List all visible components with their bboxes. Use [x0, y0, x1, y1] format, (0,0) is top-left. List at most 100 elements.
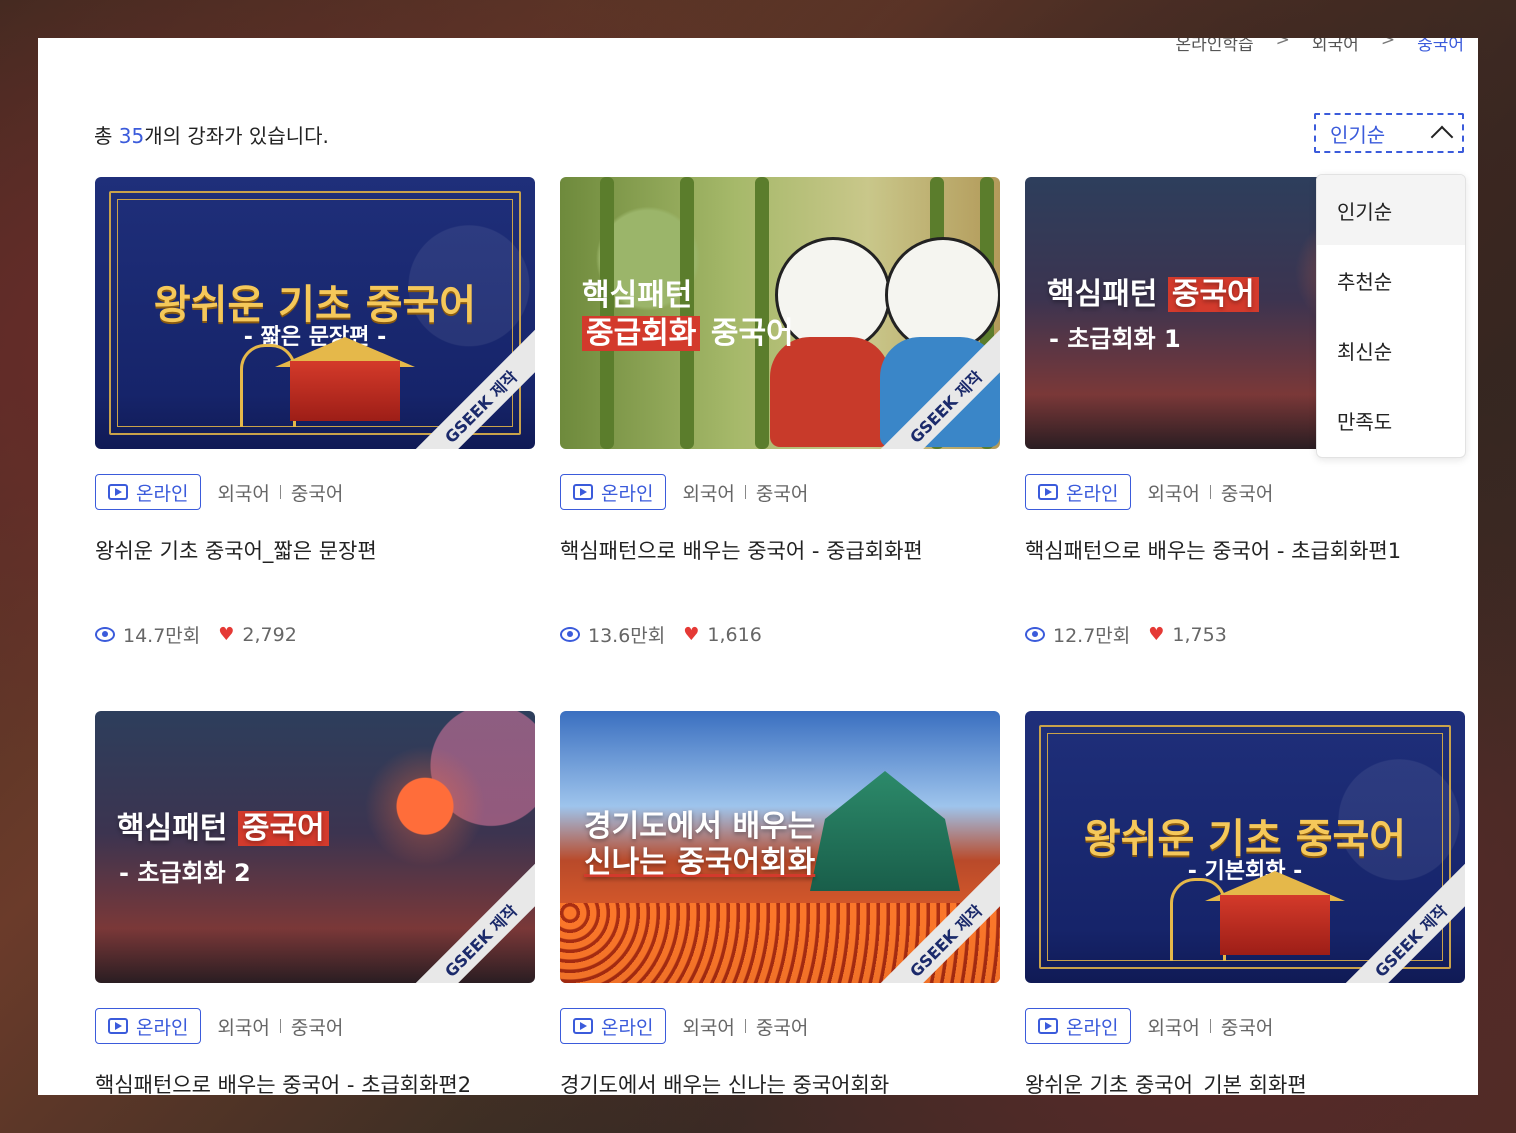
thumb-subtitle: - 초급회화 2 [119, 859, 251, 887]
online-badge: 온라인 [1025, 474, 1132, 510]
play-icon [573, 484, 593, 500]
play-icon [573, 1018, 593, 1034]
category-main: 외국어 [682, 1016, 735, 1039]
course-thumbnail[interactable]: 핵심패턴 중급회화 중국어 GSEEK 제작 [560, 177, 1000, 449]
category-sub: 중국어 [1220, 1016, 1274, 1039]
breadcrumb-item-foreign[interactable]: 외국어 [1312, 38, 1359, 55]
category: 외국어 중국어 [682, 1013, 808, 1040]
view-count: 13.6만회 [588, 625, 666, 647]
online-badge: 온라인 [95, 474, 202, 510]
sort-option-popular[interactable]: 인기순 [1317, 175, 1465, 245]
course-title[interactable]: 왕쉬운 기초 중국어_기본 회화편 [1025, 1069, 1307, 1095]
thumb-title: 경기도에서 배우는 신나는 중국어회화 [584, 809, 815, 881]
category-main: 외국어 [1147, 482, 1200, 505]
category-main: 외국어 [217, 1016, 270, 1039]
play-icon [108, 484, 128, 500]
breadcrumb-sep: > [1380, 38, 1396, 50]
play-icon [1038, 1018, 1058, 1034]
online-badge: 온라인 [1025, 1008, 1132, 1044]
course-title[interactable]: 핵심패턴으로 배우는 중국어 - 초급회화편2 [95, 1069, 471, 1095]
sort-option-satisfaction[interactable]: 만족도 [1317, 385, 1465, 455]
thumb-title: 핵심패턴 중국어 [117, 811, 329, 847]
course-thumbnail[interactable]: 경기도에서 배우는 신나는 중국어회화 GSEEK 제작 [560, 711, 1000, 983]
category-sub: 중국어 [755, 482, 809, 505]
chevron-up-icon [1430, 125, 1454, 149]
category-sub: 중국어 [755, 1016, 809, 1039]
badge-label: 온라인 [136, 1016, 189, 1039]
thumb-subtitle: - 짧은 문장편 - [243, 325, 387, 350]
sort-option-recommended[interactable]: 추천순 [1317, 245, 1465, 315]
category-main: 외국어 [217, 482, 270, 505]
sort-dropdown-menu: 인기순 추천순 최신순 만족도 [1316, 174, 1466, 458]
like-count: 1,753 [1172, 623, 1227, 646]
course-thumbnail[interactable]: 왕쉬운 기초 중국어 - 기본회화 - GSEEK 제작 [1025, 711, 1465, 983]
thumb-title-highlight: 중국어 [1167, 277, 1259, 312]
course-thumbnail[interactable]: 왕쉬운 기초 중국어 - 짧은 문장편 - GSEEK 제작 [95, 177, 535, 449]
sort-select[interactable]: 인기순 [1314, 113, 1464, 153]
heart-icon: ♥ [218, 624, 235, 645]
thumb-title-line2: 중국어 [700, 315, 794, 351]
heart-icon: ♥ [1148, 624, 1165, 645]
course-stats: 13.6만회 ♥ 1,616 [560, 621, 762, 648]
thumb-title-line1: 경기도에서 배우는 [584, 809, 816, 844]
thumb-title: 핵심패턴 중국어 [1047, 277, 1259, 313]
thumb-subtitle: - 초급회화 1 [1049, 325, 1181, 353]
course-card[interactable]: 경기도에서 배우는 신나는 중국어회화 GSEEK 제작 온라인 외국어 중국어 … [560, 711, 1000, 1095]
eye-icon [1025, 627, 1045, 642]
breadcrumb-item-chinese[interactable]: 중국어 [1417, 38, 1464, 55]
course-card[interactable]: 핵심패턴 중급회화 중국어 GSEEK 제작 온라인 외국어 중국어 핵심패턴으로… [560, 177, 1000, 647]
thumb-title-a: 핵심패턴 [117, 811, 238, 846]
view-count: 14.7만회 [123, 625, 201, 647]
breadcrumb-item-online[interactable]: 온라인학습 [1175, 38, 1253, 55]
sort-option-newest[interactable]: 최신순 [1317, 315, 1465, 385]
category: 외국어 중국어 [1147, 479, 1273, 506]
category: 외국어 중국어 [1147, 1013, 1273, 1040]
badge-label: 온라인 [601, 1016, 654, 1039]
online-badge: 온라인 [95, 1008, 202, 1044]
thumb-subtitle: - 기본회화 - [1187, 859, 1303, 884]
total-count: 35 [118, 124, 145, 148]
online-badge: 온라인 [560, 474, 667, 510]
thumb-title-line2: 신나는 중국어회화 [584, 845, 816, 880]
heart-icon: ♥ [683, 624, 700, 645]
thumb-title: 핵심패턴 중급회화 중국어 [582, 277, 794, 352]
course-card[interactable]: 왕쉬운 기초 중국어 - 짧은 문장편 - GSEEK 제작 온라인 외국어 중국… [95, 177, 535, 647]
category-main: 외국어 [682, 482, 735, 505]
breadcrumb-sep: > [1275, 38, 1290, 50]
category-sub: 중국어 [1220, 482, 1274, 505]
course-thumbnail[interactable]: 핵심패턴 중국어 - 초급회화 2 GSEEK 제작 [95, 711, 535, 983]
category: 외국어 중국어 [682, 479, 808, 506]
thumb-title-a: 핵심패턴 [1047, 277, 1168, 312]
play-icon [1038, 484, 1058, 500]
thumb-title-highlight: 중급회화 [582, 315, 701, 351]
eye-icon [95, 627, 115, 642]
breadcrumb: 온라인학습 > 외국어 > 중국어 [1175, 38, 1464, 55]
course-stats: 12.7만회 ♥ 1,753 [1025, 621, 1227, 648]
course-card[interactable]: 왕쉬운 기초 중국어 - 기본회화 - GSEEK 제작 온라인 외국어 중국어 … [1025, 711, 1465, 1095]
course-title[interactable]: 왕쉬운 기초 중국어_짧은 문장편 [95, 535, 377, 565]
category-sub: 중국어 [290, 482, 344, 505]
content-frame: 온라인학습 > 외국어 > 중국어 총 35개의 강좌가 있습니다. 인기순 인… [38, 38, 1478, 1095]
view-count: 12.7만회 [1053, 625, 1131, 647]
category-main: 외국어 [1147, 1016, 1200, 1039]
total-suffix: 개의 강좌가 있습니다. [144, 124, 329, 148]
thumb-title-highlight: 중국어 [237, 811, 329, 846]
badge-label: 온라인 [1066, 1016, 1119, 1039]
badge-label: 온라인 [601, 482, 654, 505]
category: 외국어 중국어 [217, 479, 343, 506]
course-title[interactable]: 핵심패턴으로 배우는 중국어 - 초급회화편1 [1025, 535, 1401, 565]
total-prefix: 총 [94, 124, 119, 148]
category: 외국어 중국어 [217, 1013, 343, 1040]
badge-label: 온라인 [136, 482, 189, 505]
like-count: 1,616 [707, 623, 762, 646]
eye-icon [560, 627, 580, 642]
course-stats: 14.7만회 ♥ 2,792 [95, 621, 297, 648]
online-badge: 온라인 [560, 1008, 667, 1044]
gseek-ribbon: GSEEK 제작 [402, 862, 535, 983]
badge-label: 온라인 [1066, 482, 1119, 505]
course-title[interactable]: 경기도에서 배우는 신나는 중국어회화 [560, 1069, 889, 1095]
category-sub: 중국어 [290, 1016, 344, 1039]
course-title[interactable]: 핵심패턴으로 배우는 중국어 - 중급회화편 [560, 535, 923, 565]
like-count: 2,792 [242, 623, 297, 646]
course-card[interactable]: 핵심패턴 중국어 - 초급회화 2 GSEEK 제작 온라인 외국어 중국어 핵심… [95, 711, 535, 1095]
